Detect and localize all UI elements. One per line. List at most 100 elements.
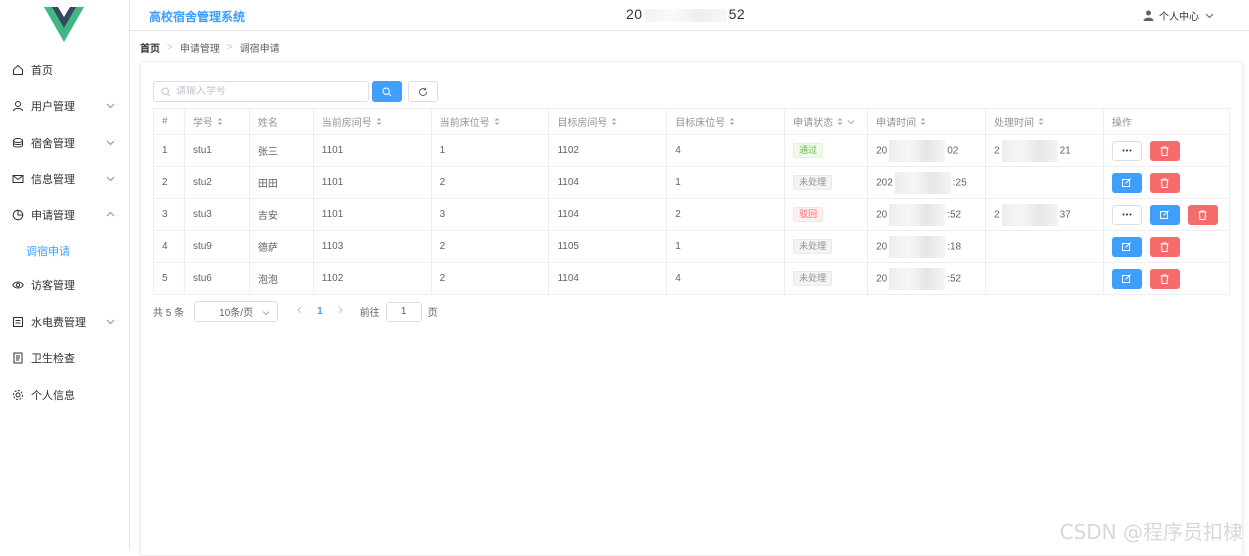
sidebar-item-hygiene-inspection[interactable]: 卫生检查: [0, 340, 129, 376]
delete-button[interactable]: [1150, 173, 1180, 193]
cell-status: 未处理: [785, 263, 868, 295]
edit-button[interactable]: [1112, 269, 1142, 289]
sort-icon[interactable]: [611, 117, 617, 129]
sort-icon[interactable]: [837, 117, 843, 129]
student-id-search-field[interactable]: [153, 81, 369, 102]
tickets-icon: [12, 316, 24, 328]
chevron-down-icon: [106, 101, 115, 110]
next-page-button[interactable]: [337, 306, 344, 317]
edit-button[interactable]: [1112, 237, 1142, 257]
column-header-status[interactable]: 申请状态: [785, 109, 868, 135]
prev-page-button[interactable]: [296, 306, 303, 317]
view-icon: [12, 279, 24, 291]
sidebar-item-label: 调宿申请: [26, 243, 70, 259]
sidebar-item-home[interactable]: 首页: [0, 52, 129, 88]
cell-index: 2: [154, 167, 185, 199]
sidebar-item-user-management[interactable]: 用户管理: [0, 88, 129, 124]
cell-handle-time: 221: [986, 135, 1104, 167]
cell-student-id: stu6: [184, 263, 249, 295]
cell-current-room: 1103: [313, 231, 431, 263]
status-badge: 未处理: [793, 239, 832, 254]
cell-apply-time: 202:25: [868, 167, 986, 199]
cell-actions: [1103, 135, 1229, 167]
more-button[interactable]: [1112, 141, 1142, 161]
column-header-name: 姓名: [249, 109, 313, 135]
cell-apply-time: 20:52: [868, 199, 986, 231]
delete-button[interactable]: [1150, 141, 1180, 161]
search-button[interactable]: [372, 81, 402, 102]
column-header-apply-time[interactable]: 申请时间: [868, 109, 986, 135]
breadcrumb-level2: 申请管理: [180, 40, 220, 55]
edit-button[interactable]: [1112, 173, 1142, 193]
column-header-current-bed[interactable]: 当前床位号: [431, 109, 549, 135]
redacted-area: [645, 9, 727, 22]
cell-target-bed: 4: [667, 263, 785, 295]
cell-index: 5: [154, 263, 185, 295]
column-header-current-room[interactable]: 当前房间号: [313, 109, 431, 135]
cell-apply-time: 2002: [868, 135, 986, 167]
setting-icon: [12, 389, 24, 401]
cell-current-room: 1101: [313, 167, 431, 199]
cell-target-bed: 4: [667, 135, 785, 167]
cell-target-room: 1104: [549, 199, 667, 231]
edit-icon: [1122, 242, 1131, 251]
column-header-target-room[interactable]: 目标房间号: [549, 109, 667, 135]
sidebar-item-utility-fee-management[interactable]: 水电费管理: [0, 304, 129, 340]
filter-icon[interactable]: [847, 118, 855, 129]
breadcrumb-level3: 调宿申请: [240, 40, 280, 55]
cell-student-id: stu3: [184, 199, 249, 231]
delete-button[interactable]: [1150, 237, 1180, 257]
sidebar-item-visitor-management[interactable]: 访客管理: [0, 267, 129, 303]
sidebar-item-application-management[interactable]: 申请管理: [0, 197, 129, 233]
pagination-total: 共 5 条: [153, 304, 184, 319]
sidebar-item-label: 水电费管理: [31, 314, 86, 330]
chevron-down-icon: [106, 317, 115, 326]
goto-label: 前往: [360, 304, 380, 319]
sort-icon[interactable]: [1038, 117, 1044, 129]
sidebar-subitem-transfer-application[interactable]: 调宿申请: [0, 233, 129, 269]
sidebar-item-personal-info[interactable]: 个人信息: [0, 377, 129, 413]
transfer-application-table: # 学号 姓名 当前房间号 当前床位号 目标房间号 目标床位号 申请状态 申请时…: [153, 108, 1230, 295]
column-header-handle-time[interactable]: 处理时间: [986, 109, 1104, 135]
goto-page-input[interactable]: 1: [386, 302, 422, 322]
sort-icon[interactable]: [494, 117, 500, 129]
sort-icon[interactable]: [920, 117, 926, 129]
column-header-target-bed[interactable]: 目标床位号: [667, 109, 785, 135]
page-size-select[interactable]: 10条/页: [194, 301, 278, 322]
clock-prefix: 20: [626, 6, 643, 22]
message-icon: [12, 173, 24, 185]
reset-button[interactable]: [408, 81, 438, 102]
breadcrumb-home[interactable]: 首页: [140, 40, 160, 55]
edit-button[interactable]: [1150, 205, 1180, 225]
sort-icon[interactable]: [376, 117, 382, 129]
clock-suffix: 52: [729, 6, 746, 22]
table-row: 2 stu2 田田 1101 2 1104 1 未处理 202:25: [154, 167, 1230, 199]
cell-apply-time: 20:18: [868, 231, 986, 263]
cell-status: 通过: [785, 135, 868, 167]
refresh-icon: [418, 87, 428, 97]
current-page-number[interactable]: 1: [317, 306, 323, 317]
cell-index: 4: [154, 231, 185, 263]
sidebar-item-info-management[interactable]: 信息管理: [0, 161, 129, 197]
cell-status: 未处理: [785, 167, 868, 199]
sidebar-item-dorm-management[interactable]: 宿舍管理: [0, 125, 129, 161]
delete-button[interactable]: [1150, 269, 1180, 289]
cell-current-room: 1101: [313, 135, 431, 167]
sort-icon[interactable]: [217, 117, 223, 129]
delete-button[interactable]: [1188, 205, 1218, 225]
redacted-area: [889, 204, 945, 226]
delete-icon: [1160, 274, 1169, 284]
chevron-down-icon: [262, 309, 270, 317]
redacted-area: [889, 236, 945, 258]
watermark: CSDN @程序员扣棣: [1060, 516, 1243, 545]
search-input[interactable]: [176, 86, 356, 97]
sort-icon[interactable]: [729, 117, 735, 129]
top-header: 高校宿舍管理系统 2052 个人中心: [130, 0, 1249, 31]
sidebar-item-label: 用户管理: [31, 98, 75, 114]
user-center-dropdown[interactable]: 个人中心: [1143, 8, 1219, 23]
column-header-student-id[interactable]: 学号: [184, 109, 249, 135]
vue-logo: [44, 7, 84, 42]
breadcrumb-separator: >: [167, 42, 173, 53]
cell-status: 驳回: [785, 199, 868, 231]
more-button[interactable]: [1112, 205, 1142, 225]
